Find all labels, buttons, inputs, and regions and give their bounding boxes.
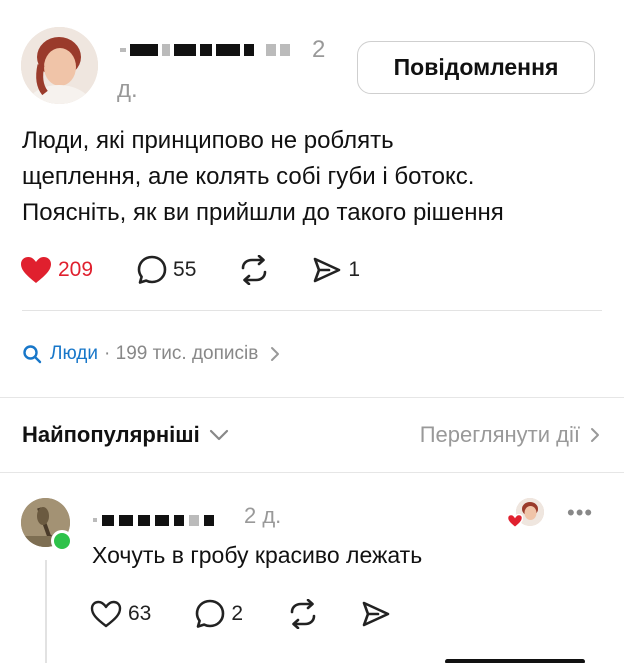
reply-repost-button[interactable]	[287, 599, 319, 629]
topic-link[interactable]: Люди · 199 тис. дописів	[22, 339, 282, 369]
divider	[0, 397, 624, 398]
divider	[0, 472, 624, 473]
like-count: 209	[58, 258, 94, 281]
comment-icon	[137, 255, 167, 284]
message-button[interactable]: Повідомлення	[357, 41, 595, 94]
repost-icon	[242, 255, 267, 285]
author-avatar-image	[21, 27, 98, 104]
author-avatar[interactable]	[21, 27, 98, 104]
view-activity-link[interactable]: Переглянути дії	[420, 422, 602, 448]
repost-button[interactable]	[238, 255, 270, 285]
reply-like-count: 63	[128, 602, 152, 625]
share-icon	[362, 601, 390, 627]
comment-count: 55	[173, 258, 197, 281]
like-button[interactable]: 209	[20, 256, 93, 284]
post-text-line: Поясніть, як ви прийшли до такого рішенн…	[22, 199, 504, 226]
chevron-down-icon	[209, 429, 228, 441]
share-icon	[314, 257, 341, 283]
topic-name: Люди	[50, 343, 99, 364]
divider	[22, 310, 602, 311]
reply-actions: 63 2	[90, 596, 391, 632]
post-actions: 209 55 1	[20, 252, 360, 288]
author-username-redacted[interactable]	[120, 40, 290, 60]
post-header: 2 д. Повідомлення	[0, 0, 624, 115]
online-status-indicator	[51, 530, 73, 552]
chevron-right-icon	[591, 428, 599, 442]
reply-comment-button[interactable]: 2	[195, 599, 243, 629]
reply-item: 2 д. Хочуть в гробу красиво лежать ••• 6…	[0, 490, 624, 663]
more-icon[interactable]: •••	[567, 500, 593, 526]
chevron-right-icon	[271, 347, 280, 361]
share-button[interactable]: 1	[312, 256, 360, 284]
reply-like-button[interactable]: 63	[90, 600, 151, 628]
comment-icon	[196, 599, 225, 628]
post-time: 2	[312, 36, 326, 63]
post-time-unit: д.	[117, 76, 138, 103]
post-text-line: Люди, які принципово не роблять	[22, 127, 394, 154]
search-icon	[23, 345, 42, 364]
sort-title: Найпопулярніші	[22, 422, 200, 447]
reply-comment-count: 2	[231, 602, 244, 625]
comment-button[interactable]: 55	[137, 255, 196, 285]
share-count: 1	[348, 258, 361, 281]
heart-icon	[506, 513, 524, 529]
liked-by-author-heart-icon	[506, 513, 524, 533]
reply-share-button[interactable]	[361, 600, 391, 628]
post-text: Люди, які принципово не роблять щеплення…	[22, 123, 612, 231]
thread-line	[45, 560, 47, 663]
sort-bar: Найпопулярніші Переглянути дії	[22, 418, 602, 454]
view-activity-label: Переглянути дії	[419, 422, 580, 447]
repost-icon	[290, 599, 316, 629]
topic-post-count: · 199 тис. дописів	[104, 343, 259, 364]
reply-time: 2 д.	[244, 503, 282, 528]
heart-icon	[90, 600, 122, 628]
sort-dropdown[interactable]: Найпопулярніші	[22, 422, 230, 448]
post-text-line: щеплення, але колять собі губи і ботокс.	[22, 163, 475, 190]
home-indicator	[445, 659, 585, 663]
reply-text: Хочуть в гробу красиво лежать	[92, 542, 423, 568]
heart-icon	[21, 257, 51, 283]
reply-username-redacted[interactable]	[93, 510, 214, 530]
